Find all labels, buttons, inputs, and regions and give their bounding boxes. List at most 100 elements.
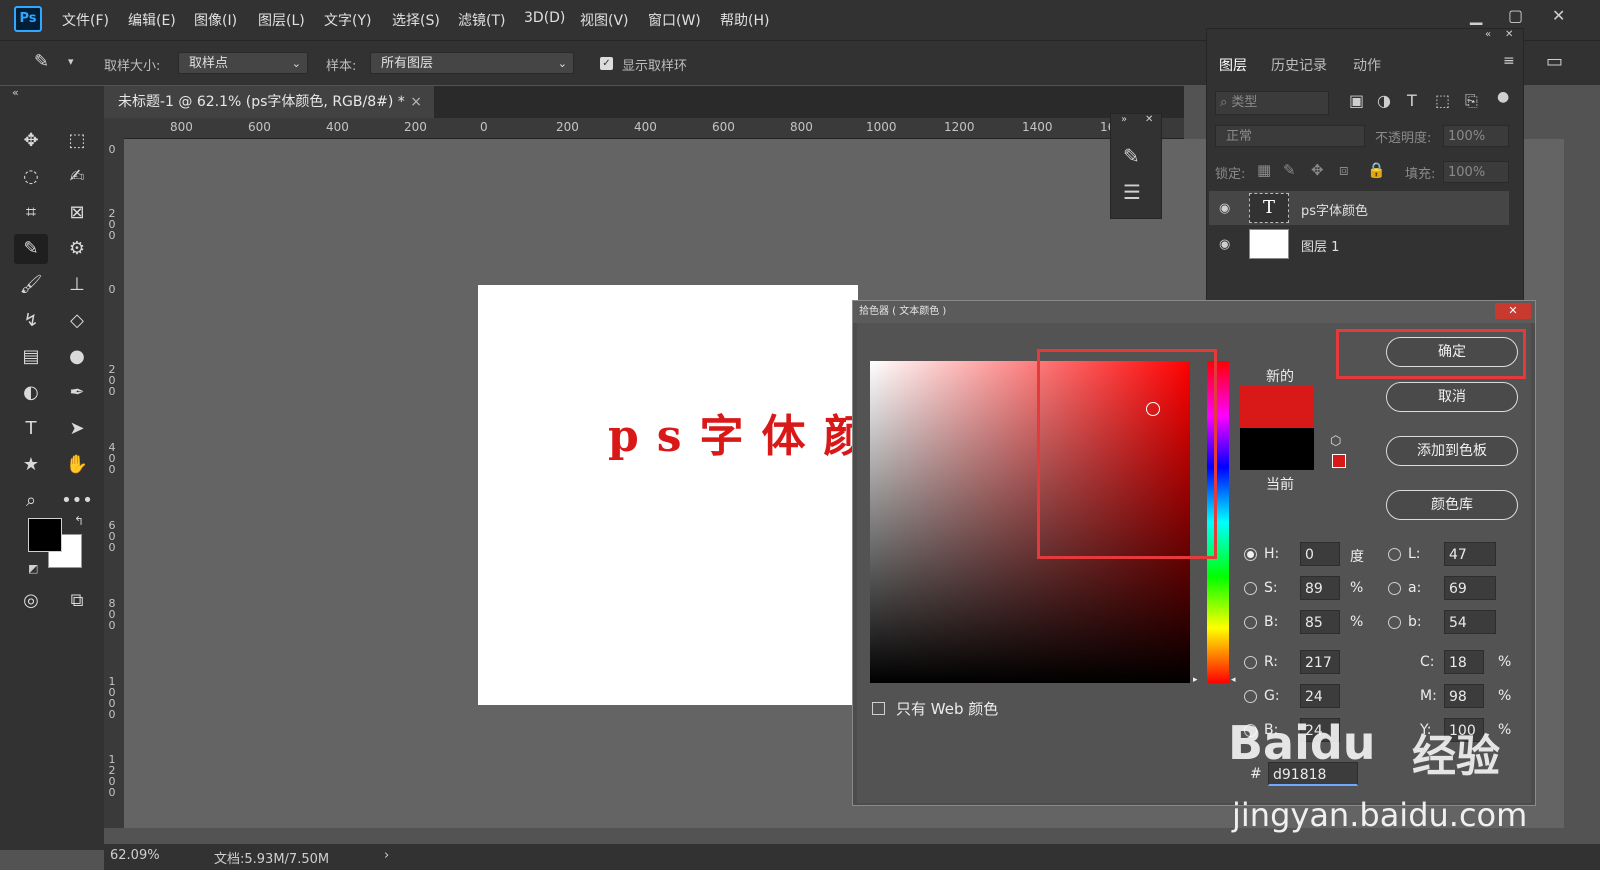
stamp-tool-icon[interactable]: ⊥ — [60, 270, 94, 300]
foreground-color-swatch[interactable] — [28, 518, 62, 552]
green-input[interactable]: 24 — [1300, 684, 1340, 708]
close-panel-icon[interactable]: ✕ — [1145, 114, 1153, 125]
filter-toggle-icon[interactable]: ● — [1497, 89, 1509, 105]
swap-colors-icon[interactable]: ↰ — [74, 514, 84, 528]
saturation-input[interactable]: 89 — [1300, 576, 1340, 600]
menu-filter[interactable]: 滤镜(T) — [458, 10, 505, 30]
shape-filter-icon[interactable]: ⬚ — [1435, 91, 1450, 110]
show-ring-checkbox[interactable]: ✓ — [600, 57, 613, 70]
hue-slider-right-arrow-icon[interactable]: ◂ — [1231, 675, 1236, 685]
eraser-tool-icon[interactable]: ◇ — [60, 306, 94, 336]
eyedropper-icon[interactable]: ✎ — [34, 51, 49, 72]
crop-tool-icon[interactable]: ⌗ — [14, 198, 48, 228]
opacity-input[interactable]: 100% — [1443, 125, 1509, 147]
healing-tool-icon[interactable]: ⚙ — [60, 234, 94, 264]
menu-3d[interactable]: 3D(D) — [524, 10, 565, 26]
lab-b-radio[interactable] — [1388, 616, 1401, 629]
menu-help[interactable]: 帮助(H) — [720, 10, 769, 30]
type-filter-icon[interactable]: T — [1407, 91, 1417, 110]
current-color-swatch[interactable] — [1240, 428, 1314, 470]
lab-l-radio[interactable] — [1388, 548, 1401, 561]
frame-tool-icon[interactable]: ⊠ — [60, 198, 94, 228]
close-window-icon[interactable]: ✕ — [1552, 6, 1565, 25]
lock-all-icon[interactable]: 🔒 — [1367, 161, 1386, 179]
screen-mode-icon[interactable]: ⧉ — [60, 586, 94, 616]
tab-history[interactable]: 历史记录 — [1271, 55, 1327, 75]
quick-select-tool-icon[interactable]: ✍ — [60, 162, 94, 192]
hand-tool-icon[interactable]: ✋ — [60, 450, 94, 480]
marquee-tool-icon[interactable]: ⬚ — [60, 126, 94, 156]
web-safe-swatch[interactable] — [1332, 454, 1346, 468]
brush-settings-icon[interactable]: ✎ — [1123, 144, 1140, 168]
tool-preset-chevron-icon[interactable]: ▾ — [68, 55, 74, 68]
shape-tool-icon[interactable]: ★ — [14, 450, 48, 480]
zoom-tool-icon[interactable]: ⌕ — [14, 486, 48, 516]
panel-menu-icon[interactable]: ≡ — [1503, 53, 1515, 69]
red-radio[interactable] — [1244, 656, 1257, 669]
tab-layers[interactable]: 图层 — [1219, 55, 1247, 75]
menu-image[interactable]: 图像(I) — [194, 10, 237, 30]
fill-input[interactable]: 100% — [1443, 161, 1509, 183]
sample-size-select[interactable]: 取样点 ⌄ — [178, 52, 308, 74]
brightness-radio[interactable] — [1244, 616, 1257, 629]
pen-tool-icon[interactable]: ✒ — [60, 378, 94, 408]
menu-view[interactable]: 视图(V) — [580, 10, 629, 30]
layer-row[interactable]: ◉ 图层 1 — [1209, 227, 1509, 261]
close-panel-icon[interactable]: ✕ — [1505, 29, 1513, 40]
lasso-tool-icon[interactable]: ◌ — [14, 162, 48, 192]
magenta-input[interactable]: 98 — [1444, 684, 1484, 708]
color-libraries-button[interactable]: 颜色库 — [1386, 490, 1518, 520]
maximize-icon[interactable]: ▢ — [1508, 6, 1523, 25]
menu-window[interactable]: 窗口(W) — [648, 10, 701, 30]
blur-tool-icon[interactable]: ● — [60, 342, 94, 372]
move-tool-icon[interactable]: ✥ — [14, 126, 48, 156]
lock-artboard-icon[interactable]: ⧈ — [1339, 161, 1349, 179]
document-tab[interactable]: 未标题-1 @ 62.1% (ps字体颜色, RGB/8#) * × — [104, 86, 434, 118]
add-to-swatches-button[interactable]: 添加到色板 — [1386, 436, 1518, 466]
visibility-eye-icon[interactable]: ◉ — [1219, 237, 1230, 252]
red-input[interactable]: 217 — [1300, 650, 1340, 674]
gamut-cube-icon[interactable]: ⬡ — [1330, 434, 1341, 449]
dialog-close-button[interactable]: ✕ — [1495, 303, 1531, 319]
web-only-checkbox[interactable] — [872, 702, 885, 715]
saturation-radio[interactable] — [1244, 582, 1257, 595]
cancel-button[interactable]: 取消 — [1386, 382, 1518, 412]
menu-edit[interactable]: 编辑(E) — [128, 10, 176, 30]
adjustment-filter-icon[interactable]: ◑ — [1377, 91, 1391, 110]
history-brush-icon[interactable]: ↯ — [14, 306, 48, 336]
lab-a-radio[interactable] — [1388, 582, 1401, 595]
document-canvas[interactable] — [478, 285, 858, 705]
type-tool-icon[interactable]: T — [14, 414, 48, 444]
menu-type[interactable]: 文字(Y) — [324, 10, 371, 30]
collapse-icon[interactable]: « — [12, 86, 19, 99]
hue-input[interactable]: 0 — [1300, 542, 1340, 566]
cyan-input[interactable]: 18 — [1444, 650, 1484, 674]
close-tab-icon[interactable]: × — [410, 86, 422, 118]
image-filter-icon[interactable]: ▣ — [1349, 91, 1364, 110]
layer-filter-select[interactable]: ⌕ 类型 — [1215, 91, 1329, 115]
layer-row[interactable]: ◉ T ps字体颜色 — [1209, 191, 1509, 225]
brightness-input[interactable]: 85 — [1300, 610, 1340, 634]
hue-radio[interactable] — [1244, 548, 1257, 561]
tab-actions[interactable]: 动作 — [1353, 55, 1381, 75]
blend-mode-select[interactable]: 正常 — [1215, 125, 1365, 147]
adjustments-icon[interactable]: ☰ — [1123, 180, 1141, 204]
menu-file[interactable]: 文件(F) — [62, 10, 109, 30]
canvas-text-layer[interactable]: ps字体颜 — [608, 400, 886, 464]
lock-transparency-icon[interactable]: ▦ — [1257, 161, 1271, 179]
path-select-tool-icon[interactable]: ➤ — [60, 414, 94, 444]
lab-l-input[interactable]: 47 — [1444, 542, 1496, 566]
collapse-panel-icon[interactable]: « — [1485, 29, 1491, 40]
smart-object-filter-icon[interactable]: ⎘ — [1465, 91, 1478, 111]
default-colors-icon[interactable]: ◩ — [28, 562, 38, 575]
lab-b-input[interactable]: 54 — [1444, 610, 1496, 634]
minimize-icon[interactable]: ▁ — [1470, 6, 1482, 25]
quick-mask-icon[interactable]: ◎ — [14, 586, 48, 616]
status-menu-arrow-icon[interactable]: › — [384, 848, 389, 863]
green-radio[interactable] — [1244, 690, 1257, 703]
visibility-eye-icon[interactable]: ◉ — [1219, 201, 1230, 216]
expand-panel-icon[interactable]: » — [1121, 114, 1127, 125]
lab-a-input[interactable]: 69 — [1444, 576, 1496, 600]
more-tools-icon[interactable]: ••• — [60, 486, 94, 516]
sample-select[interactable]: 所有图层 ⌄ — [370, 52, 574, 74]
